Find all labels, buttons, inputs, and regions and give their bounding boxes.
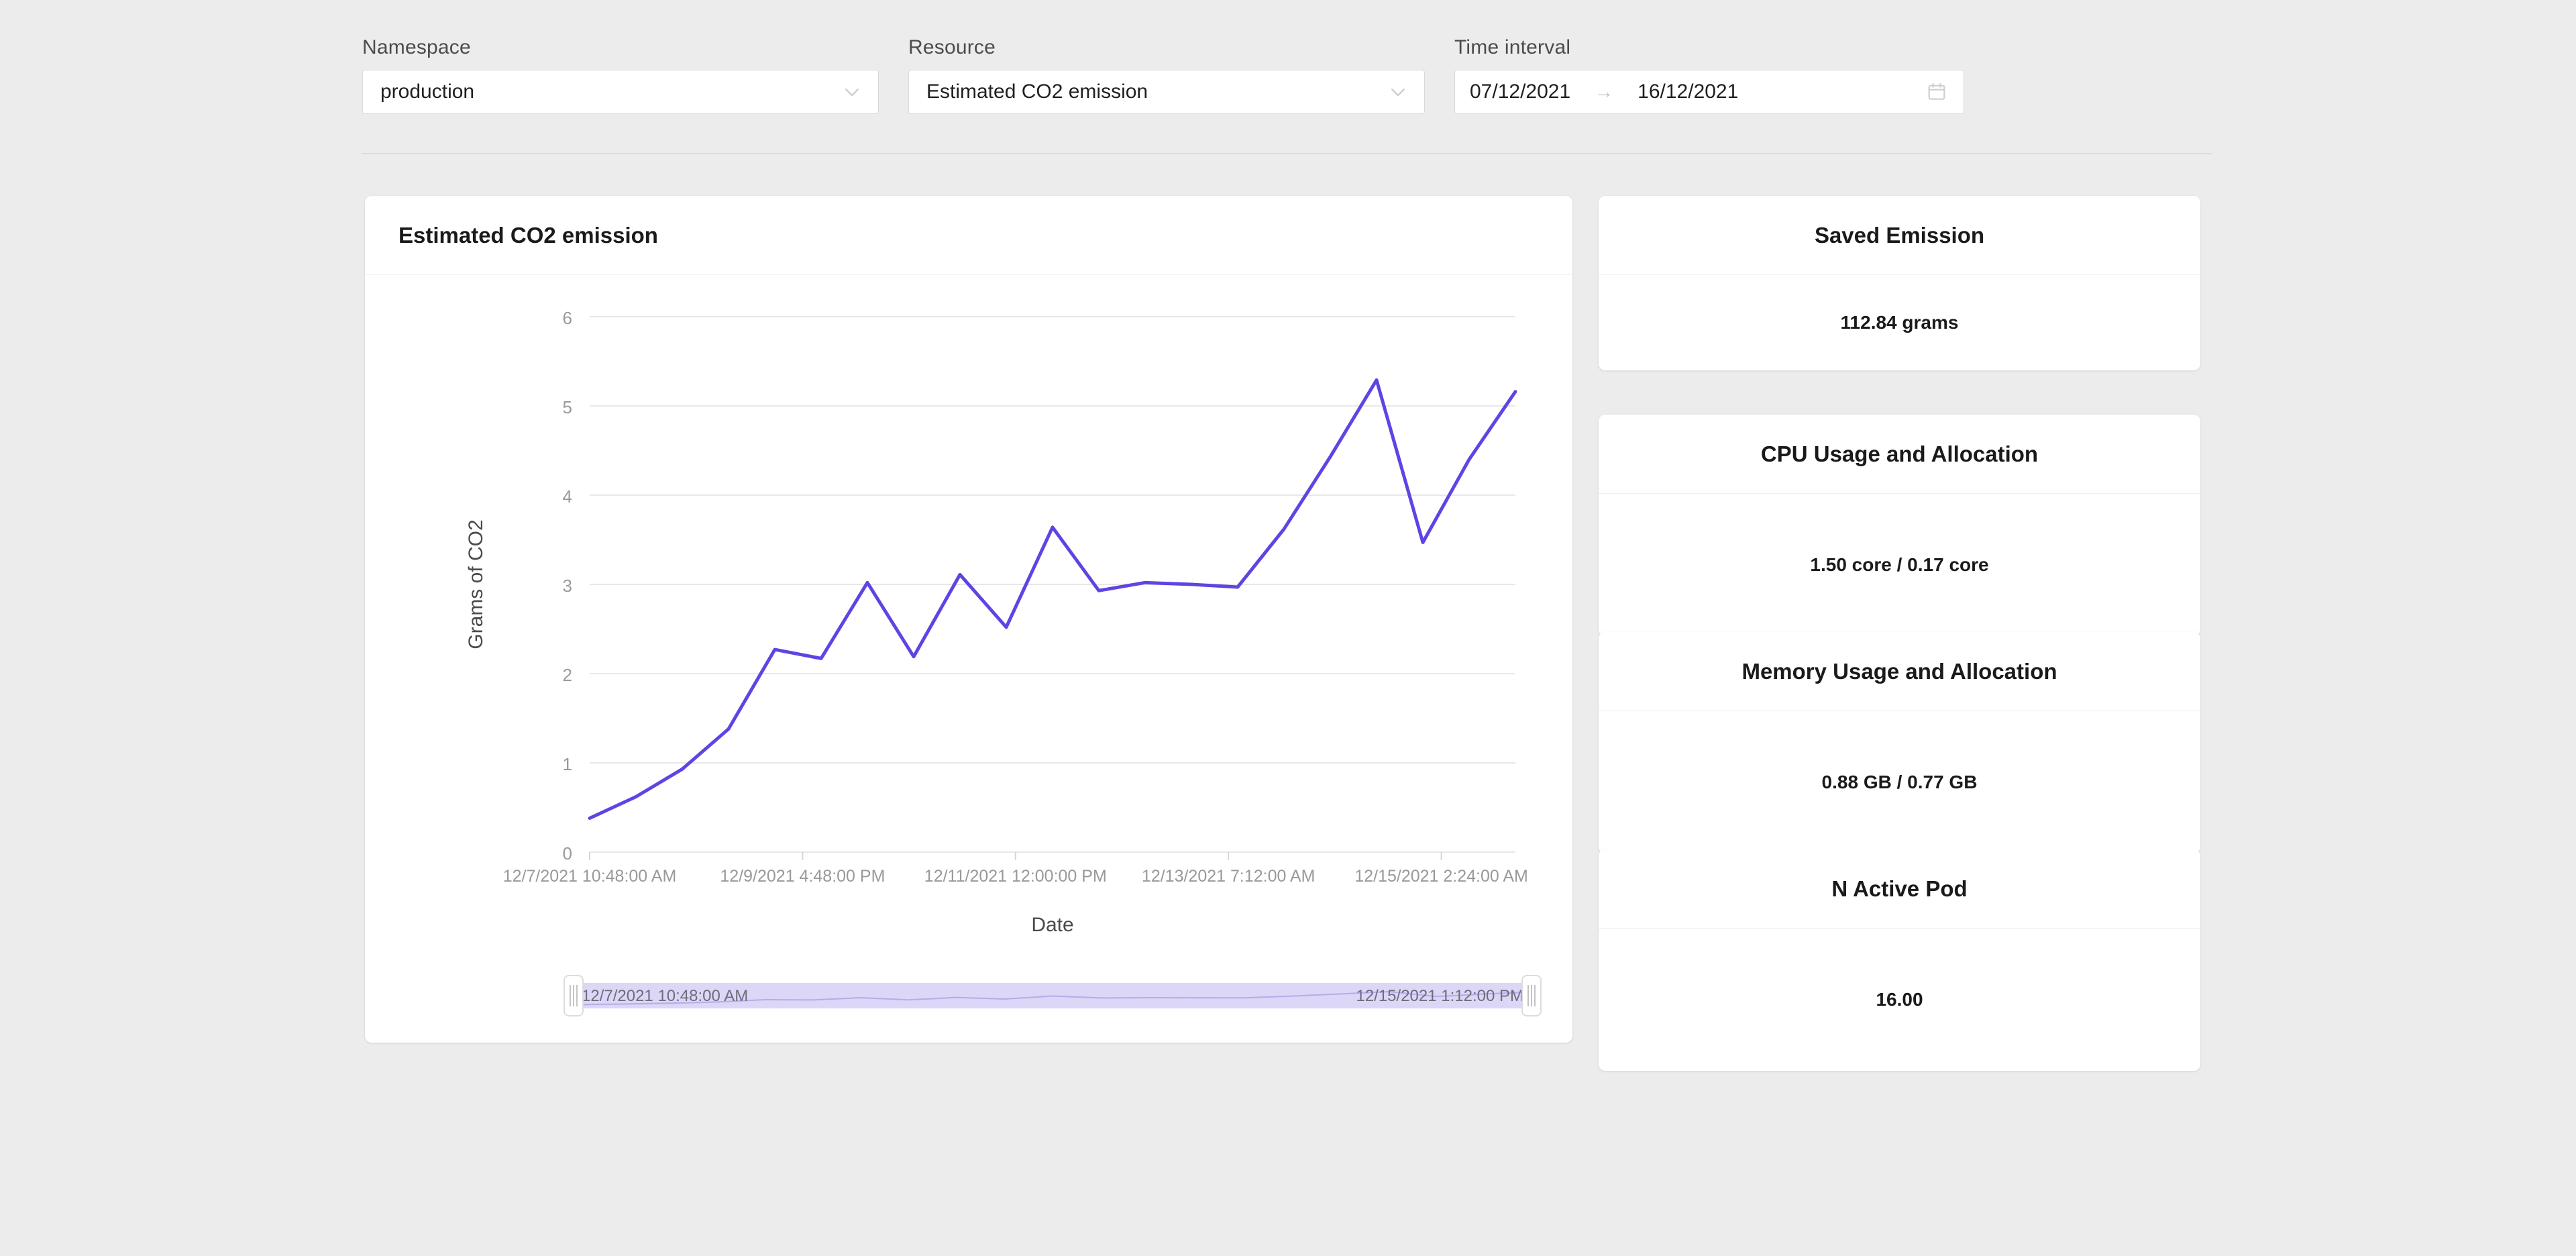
y-axis-tick-label: 3 (563, 576, 572, 596)
stat-card-header: CPU Usage and Allocation (1599, 415, 2200, 494)
chevron-down-icon (842, 82, 862, 102)
stat-card-body: 0.88 GB / 0.77 GB (1599, 711, 2200, 853)
date-range-picker[interactable]: 07/12/2021 → 16/12/2021 (1454, 70, 1964, 114)
range-slider-right-handle[interactable] (1521, 975, 1542, 1016)
y-axis-tick-label: 2 (563, 665, 572, 685)
stat-card-title: Memory Usage and Allocation (1741, 659, 2057, 684)
chart-card: Estimated CO2 emission 0 1 2 3 4 5 6 Grams of C… (365, 196, 1572, 1043)
stat-card-body: 16.00 (1599, 929, 2200, 1071)
stat-card-value: 0.88 GB / 0.77 GB (1821, 772, 1978, 792)
date-range-start-input[interactable]: 07/12/2021 (1470, 82, 1570, 102)
resource-value: Estimated CO2 emission (926, 81, 1148, 103)
resource-select[interactable]: Estimated CO2 emission (908, 70, 1425, 114)
stat-card-title: N Active Pod (1831, 876, 1968, 901)
stat-card-title: CPU Usage and Allocation (1760, 441, 2039, 466)
stat-card-value: 112.84 grams (1840, 312, 1959, 333)
chevron-down-icon (1388, 82, 1408, 102)
stat-card-body: 1.50 core / 0.17 core (1599, 494, 2200, 636)
date-range-arrow-icon: → (1595, 81, 1614, 102)
x-axis-tick-label: 12/15/2021 2:24:00 AM (1354, 867, 1528, 886)
dashboard-page: Namespace production Resource Estimated … (0, 0, 2576, 1256)
chart-card-header: Estimated CO2 emission (365, 196, 1572, 275)
range-slider-end-label: 12/15/2021 1:12:00 PM (1356, 987, 1523, 1005)
y-axis-tick-label: 5 (563, 397, 572, 417)
time-interval-label: Time interval (1454, 36, 1571, 58)
x-axis-tick-label: 12/7/2021 10:48:00 AM (503, 867, 677, 886)
stat-card-value: 1.50 core / 0.17 core (1810, 554, 1989, 575)
stat-card-body: 112.84 grams (1599, 275, 2200, 370)
stat-card-title: Saved Emission (1814, 223, 1985, 248)
range-slider-start-label: 12/7/2021 10:48:00 AM (582, 987, 748, 1005)
range-slider-left-handle[interactable] (564, 975, 584, 1016)
stat-card-n-active-pod: N Active Pod 16.00 (1599, 849, 2200, 1071)
chart-plot-area[interactable]: 0 1 2 3 4 5 6 Grams of CO2 12/7/2021 10:48:00 AM… (365, 275, 1572, 1042)
stat-card-value: 16.00 (1876, 989, 1923, 1010)
x-axis-tick-label: 12/9/2021 4:48:00 PM (720, 867, 885, 886)
stat-card-header: Memory Usage and Allocation (1599, 632, 2200, 711)
namespace-filter: Namespace production (362, 38, 879, 114)
time-interval-filter: Time interval 07/12/2021 → 16/12/2021 (1454, 38, 1964, 114)
stat-card-header: N Active Pod (1599, 849, 2200, 929)
y-axis-tick-label: 6 (563, 308, 572, 328)
chart-data-line[interactable] (588, 378, 1517, 820)
filter-divider (362, 153, 2212, 154)
namespace-label: Namespace (362, 36, 471, 58)
y-axis-tick-label: 4 (563, 486, 572, 507)
namespace-value: production (380, 81, 475, 103)
resource-filter: Resource Estimated CO2 emission (908, 38, 1425, 114)
x-axis-title: Date (1031, 914, 1073, 936)
y-axis-title: Grams of CO2 (465, 519, 487, 649)
x-axis-tick-label: 12/11/2021 12:00:00 PM (924, 867, 1107, 886)
stat-card-header: Saved Emission (1599, 196, 2200, 275)
date-range-end-input[interactable]: 16/12/2021 (1638, 82, 1738, 102)
stat-card-saved-emission: Saved Emission 112.84 grams (1599, 196, 2200, 370)
y-axis-tick-label: 1 (563, 754, 572, 774)
filter-bar: Namespace production Resource Estimated … (362, 38, 2214, 114)
stat-card-memory-usage-and-allocation: Memory Usage and Allocation 0.88 GB / 0.… (1599, 632, 2200, 853)
stat-card-cpu-usage-and-allocation: CPU Usage and Allocation 1.50 core / 0.1… (1599, 415, 2200, 636)
co2-line-chart[interactable]: 0 1 2 3 4 5 6 Grams of CO2 12/7/2021 10:48:00 AM… (365, 275, 1572, 1042)
calendar-icon[interactable] (1926, 81, 1947, 103)
y-axis-tick-label: 0 (563, 843, 572, 863)
x-axis-tick-label: 12/13/2021 7:12:00 AM (1142, 867, 1316, 886)
namespace-select[interactable]: production (362, 70, 879, 114)
resource-label: Resource (908, 36, 996, 58)
chart-title: Estimated CO2 emission (398, 223, 658, 248)
